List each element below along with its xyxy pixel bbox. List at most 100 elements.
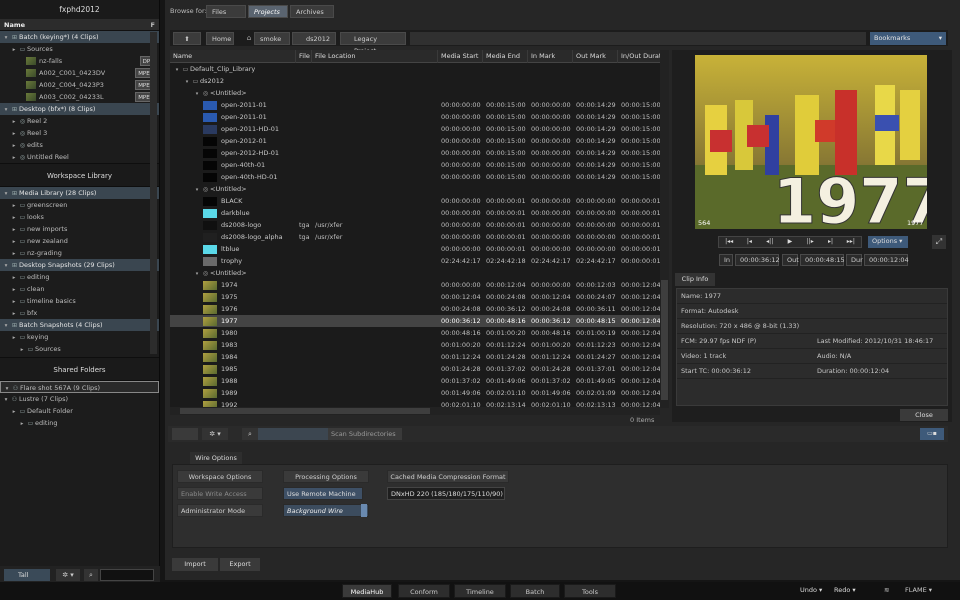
tab-archives[interactable]: Archives (290, 5, 334, 18)
table-row[interactable]: 1984 00:01:12:24 00:01:24:28 00:01:12:24 00:… (170, 351, 660, 363)
path-field[interactable] (410, 32, 866, 45)
table-row[interactable]: 1980 00:00:48:16 00:01:00:20 00:00:48:16 00:… (170, 327, 660, 339)
scan-subdirectories-toggle[interactable]: Scan Subdirectories (328, 428, 402, 440)
table-row[interactable]: 1975 00:00:12:04 00:00:24:08 00:00:12:04 00:… (170, 291, 660, 303)
filter-input[interactable] (258, 428, 328, 440)
expand-arrow-icon[interactable]: ▸ (10, 236, 18, 247)
column-header[interactable]: Media End (483, 50, 528, 63)
table-row[interactable]: 1985 00:01:24:28 00:01:37:02 00:01:24:28 00:… (170, 363, 660, 375)
expand-arrow-icon[interactable]: ▸ (10, 308, 18, 319)
table-row[interactable]: ▾ ▭ ds2012 (170, 75, 660, 87)
go-to-start-icon[interactable]: |◂◂ (719, 237, 739, 247)
column-header[interactable]: In/Out Durati (618, 50, 660, 63)
expand-arrow-icon[interactable]: ▸ (10, 140, 18, 151)
expand-arrow-icon[interactable]: ▸ (10, 272, 18, 283)
hscroll-thumb[interactable] (180, 408, 430, 414)
settings-gear-icon[interactable]: ✲ ▾ (56, 569, 80, 581)
dur-timecode[interactable]: 00:00:12:04 (864, 254, 909, 266)
go-to-end-icon[interactable]: ▸▸| (841, 237, 861, 247)
tree-clip[interactable]: nz-falls DPX (0, 55, 159, 67)
table-vscroll[interactable] (660, 50, 669, 408)
app-menu[interactable]: FLAME ▾ (905, 586, 932, 594)
expand-arrow-icon[interactable]: ▾ (2, 320, 10, 331)
column-header[interactable]: File (296, 50, 312, 63)
up-arrow-icon[interactable]: ⬆ (173, 32, 201, 45)
tree-group[interactable]: ▾ ⊞ Batch (keying*) (4 Clips) (0, 31, 159, 43)
redo-button[interactable]: Redo ▾ (834, 586, 856, 594)
tab-conform[interactable]: Conform (398, 584, 450, 598)
use-remote-machine-toggle[interactable]: Use Remote Machine (283, 487, 363, 500)
table-row[interactable]: BLACK 00:00:00:00 00:00:00:01 00:00:00:00 00… (170, 195, 660, 207)
expand-icon[interactable]: ⤢ (932, 235, 946, 249)
table-row[interactable]: 1976 00:00:24:08 00:00:36:12 00:00:24:08 00:… (170, 303, 660, 315)
table-row[interactable]: 1988 00:01:37:02 00:01:49:06 00:01:37:02 00:… (170, 375, 660, 387)
table-row[interactable]: open-2012-01 00:00:00:00 00:00:15:00 00:00:… (170, 135, 660, 147)
expand-arrow-icon[interactable]: ▾ (2, 188, 10, 199)
background-wire-toggle[interactable]: Background Wire (283, 504, 369, 517)
expand-arrow-icon[interactable]: ▸ (10, 152, 18, 163)
expand-arrow-icon[interactable]: ▾ (173, 64, 181, 75)
search-icon[interactable]: ⌕ (84, 569, 98, 581)
column-header[interactable]: File Location (312, 50, 438, 63)
table-row[interactable]: 1977 00:00:36:12 00:00:48:16 00:00:36:12 00:… (170, 315, 660, 327)
tree-item[interactable]: ▸ ◎ Reel 2 (0, 115, 159, 127)
expand-arrow-icon[interactable]: ▾ (2, 260, 10, 271)
table-row[interactable]: open-40th-HD-01 00:00:00:00 00:00:15:00 00:… (170, 171, 660, 183)
tree-item[interactable]: ▸ ▭ bfx (0, 307, 159, 319)
next-mark-icon[interactable]: ▸| (820, 237, 840, 247)
tab-files[interactable]: Files (206, 5, 246, 18)
expand-arrow-icon[interactable]: ▸ (10, 116, 18, 127)
out-timecode[interactable]: 00:00:48:15 (800, 254, 845, 266)
expand-arrow-icon[interactable]: ▾ (193, 268, 201, 279)
tab-tools[interactable]: Tools (564, 584, 616, 598)
table-row[interactable]: ▾ ◎ <Untitled> (170, 267, 660, 279)
tab-timeline[interactable]: Timeline (454, 584, 506, 598)
tree-item[interactable]: ▸ ▭ looks (0, 211, 159, 223)
expand-arrow-icon[interactable]: ▸ (10, 200, 18, 211)
expand-arrow-icon[interactable]: ▾ (2, 104, 10, 115)
undo-button[interactable]: Undo ▾ (800, 586, 822, 594)
enable-write-access-toggle[interactable]: Enable Write Access (177, 487, 263, 500)
tab-mediahub[interactable]: MediaHub (342, 584, 392, 598)
crumb-legacy-project[interactable]: Legacy Project (340, 32, 406, 55)
tree-item[interactable]: ▸ ◎ Untitled Reel (0, 151, 159, 163)
table-row[interactable]: 1983 00:01:00:20 00:01:12:24 00:01:00:20 00:… (170, 339, 660, 351)
tree-item[interactable]: ▸ ▭ timeline basics (0, 295, 159, 307)
expand-arrow-icon[interactable]: ▾ (193, 184, 201, 195)
tab-wire-options[interactable]: Wire Options (190, 452, 242, 464)
tree-item[interactable]: ▸ ▭ Sources (0, 43, 159, 55)
filter-toggle[interactable]: F (151, 19, 155, 31)
compression-format-select[interactable]: DNxHD 220 (185/180/175/110/90) (387, 487, 505, 500)
table-row[interactable]: open-2011-HD-01 00:00:00:00 00:00:15:00 00:… (170, 123, 660, 135)
tree-group[interactable]: ▾ ⊞ Desktop Snapshots (29 Clips) (0, 259, 159, 271)
tree-clip[interactable]: A002_C001_0423DV MPEG (0, 67, 159, 79)
tree-item[interactable]: ▸ ▭ nz-grading (0, 247, 159, 259)
table-row[interactable]: 1974 00:00:00:00 00:00:12:04 00:00:00:00 00:… (170, 279, 660, 291)
tree-group[interactable]: ▾ ⊞ Batch Snapshots (4 Clips) (0, 319, 159, 331)
clip-preview[interactable]: 1977 564 1977 (695, 55, 927, 229)
tab-batch[interactable]: Batch (510, 584, 560, 598)
tab-clip-info[interactable]: Clip Info (675, 273, 715, 286)
expand-arrow-icon[interactable]: ▾ (3, 383, 11, 392)
tree-clip[interactable]: A002_C004_0423P3 MPEG (0, 79, 159, 91)
tree-item[interactable]: ▸ ▭ Default Folder (0, 405, 159, 417)
table-row[interactable]: ▾ ◎ <Untitled> (170, 183, 660, 195)
home-button[interactable]: Home (206, 32, 234, 45)
tree-item[interactable]: ▸ ▭ new zealand (0, 235, 159, 247)
vscroll-thumb[interactable] (661, 280, 668, 400)
in-timecode[interactable]: 00:00:36:12 (735, 254, 780, 266)
expand-arrow-icon[interactable]: ▸ (10, 332, 18, 343)
expand-arrow-icon[interactable]: ▾ (183, 76, 191, 87)
step-forward-icon[interactable]: ||▸ (800, 237, 820, 247)
column-header[interactable]: Media Start (438, 50, 483, 63)
step-back-icon[interactable]: ◂|| (760, 237, 780, 247)
view-mode-select[interactable]: Tall (4, 569, 50, 581)
name-column-header[interactable]: Name F (0, 19, 159, 31)
table-row[interactable]: 1989 00:01:49:06 00:02:01:10 00:01:49:06 00:… (170, 387, 660, 399)
expand-arrow-icon[interactable]: ▸ (10, 212, 18, 223)
expand-arrow-icon[interactable]: ▸ (10, 406, 18, 417)
expand-arrow-icon[interactable]: ▸ (10, 44, 18, 55)
import-button[interactable]: Import (172, 558, 218, 571)
table-row[interactable]: open-40th-01 00:00:00:00 00:00:15:00 00:00:… (170, 159, 660, 171)
tree-item[interactable]: ▸ ▭ editing (0, 271, 159, 283)
